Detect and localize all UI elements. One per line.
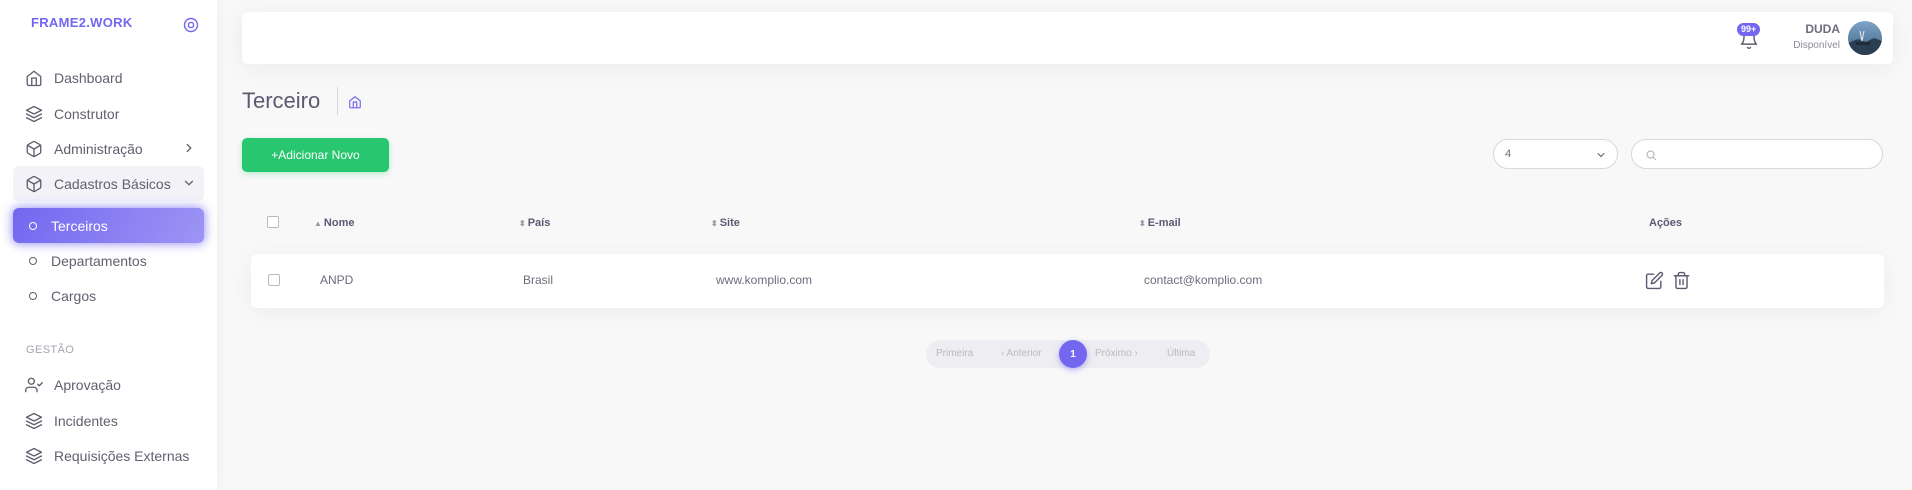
sidebar-item-label: Incidentes — [54, 412, 118, 429]
sidebar-item-requisicoes-externas[interactable]: Requisições Externas — [13, 438, 204, 473]
pagination: Primeira ‹ Anterior 1 Próximo › Última — [926, 340, 1210, 368]
sort-icon: ⬍ — [519, 218, 526, 228]
sidebar-item-incidentes[interactable]: Incidentes — [13, 403, 204, 438]
sidebar-item-label: Requisições Externas — [54, 447, 190, 464]
search-box[interactable] — [1631, 139, 1883, 169]
avatar[interactable] — [1848, 21, 1882, 55]
sidebar-item-cargos[interactable]: Cargos — [13, 278, 204, 313]
sidebar-item-label: Aprovação — [54, 376, 121, 393]
sidebar-item-label: Administração — [54, 140, 143, 157]
home-icon — [26, 70, 42, 86]
topbar: 99+ DUDA Disponível — [242, 12, 1893, 64]
chevron-down-icon — [184, 180, 194, 186]
sort-icon: ⬍ — [1139, 218, 1146, 228]
column-header-pais[interactable]: ⬍ País — [519, 217, 550, 229]
collapse-toggle-icon[interactable] — [183, 17, 199, 33]
circle-icon — [29, 221, 37, 230]
sidebar-item-administracao[interactable]: Administração — [13, 131, 204, 166]
page-title: Terceiro — [242, 88, 321, 113]
sort-icon: ⬍ — [711, 218, 718, 228]
pagination-prev[interactable]: ‹ Anterior — [1001, 348, 1042, 359]
column-header-site[interactable]: ⬍ Site — [711, 217, 740, 229]
layers-icon — [25, 447, 43, 464]
column-header-acoes: Ações — [1649, 217, 1683, 229]
user-check-icon — [25, 377, 43, 392]
cell-nome: ANPD — [320, 273, 354, 287]
page-size-value: 4 — [1505, 148, 1512, 160]
user-status: Disponível — [1793, 40, 1840, 51]
sidebar-item-aprovacao[interactable]: Aprovação — [13, 367, 204, 402]
breadcrumb-home-icon[interactable] — [348, 95, 362, 109]
chevron-down-icon — [1597, 152, 1605, 158]
circle-icon — [29, 256, 37, 265]
column-header-email[interactable]: ⬍ E-mail — [1139, 217, 1181, 229]
sidebar-item-construtor[interactable]: Construtor — [13, 96, 204, 131]
user-name[interactable]: DUDA — [1805, 22, 1840, 36]
search-input[interactable] — [1662, 145, 1872, 163]
edit-icon[interactable] — [1645, 271, 1664, 290]
table-row: ANPD Brasil www.komplio.com contact@komp… — [251, 254, 1884, 308]
pagination-last[interactable]: Última — [1167, 348, 1195, 359]
sort-asc-icon: ▲ — [314, 218, 322, 228]
sidebar: FRAME2.WORK Dashboard Construtor Adminis… — [0, 0, 217, 490]
layers-icon — [25, 105, 43, 122]
breadcrumb-divider — [337, 87, 338, 115]
section-header-gestao: GESTÃO — [26, 344, 75, 356]
cell-email: contact@komplio.com — [1144, 273, 1263, 287]
column-header-nome[interactable]: ▲ Nome — [314, 217, 354, 229]
sidebar-item-label: Dashboard — [54, 69, 123, 86]
package-icon — [26, 140, 42, 157]
cell-site: www.komplio.com — [716, 273, 813, 287]
chevron-right-icon — [186, 143, 192, 153]
layers-icon — [25, 412, 43, 429]
cell-pais: Brasil — [523, 273, 554, 287]
row-checkbox[interactable] — [268, 274, 280, 286]
sidebar-item-label: Construtor — [54, 105, 120, 122]
sidebar-item-label: Departamentos — [51, 252, 147, 269]
sidebar-item-departamentos[interactable]: Departamentos — [13, 243, 204, 278]
sidebar-item-label: Cadastros Básicos — [54, 175, 171, 192]
brand-logo[interactable]: FRAME2.WORK — [31, 15, 133, 30]
pagination-first[interactable]: Primeira — [936, 348, 973, 359]
pagination-current-page[interactable]: 1 — [1059, 340, 1087, 368]
notification-badge: 99+ — [1737, 23, 1761, 36]
search-icon — [1646, 150, 1657, 161]
sidebar-item-label: Terceiros — [51, 217, 108, 234]
select-all-checkbox[interactable] — [267, 216, 279, 228]
circle-icon — [29, 291, 37, 300]
sidebar-item-label: Cargos — [51, 287, 97, 304]
sidebar-item-dashboard[interactable]: Dashboard — [13, 60, 204, 95]
sidebar-item-terceiros[interactable]: Terceiros — [13, 208, 204, 243]
pagination-next[interactable]: Próximo › — [1095, 348, 1138, 359]
package-icon — [26, 175, 42, 192]
add-new-button[interactable]: +Adicionar Novo — [242, 138, 389, 172]
trash-icon[interactable] — [1672, 271, 1691, 290]
sidebar-item-cadastros-basicos[interactable]: Cadastros Básicos — [13, 166, 204, 201]
page-size-select[interactable]: 4 — [1493, 139, 1618, 169]
